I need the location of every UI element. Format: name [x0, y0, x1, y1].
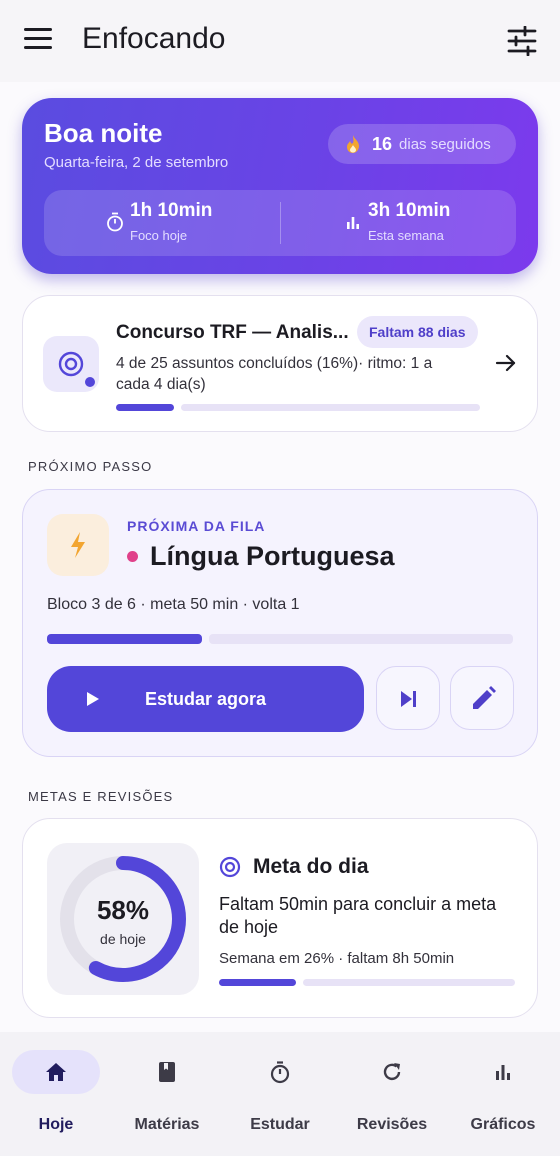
target-icon — [219, 856, 241, 878]
tune-icon[interactable] — [506, 26, 538, 56]
study-now-button[interactable]: Estudar agora — [47, 666, 364, 732]
bar-chart-icon — [347, 217, 359, 229]
nav-item-hoje[interactable]: Hoje — [12, 1050, 100, 1140]
home-icon — [46, 1063, 66, 1081]
nav-item-revisoes[interactable]: Revisões — [346, 1050, 438, 1140]
section-label-next-step: PRÓXIMO PASSO — [28, 459, 153, 474]
book-icon — [159, 1062, 175, 1082]
study-now-label: Estudar agora — [144, 688, 267, 709]
next-subject: Língua Portuguesa — [127, 541, 395, 572]
stat-value: 3h 10min — [368, 200, 451, 221]
subject-color-dot — [127, 551, 138, 562]
progress-fill — [116, 404, 174, 411]
daily-goal-card[interactable]: 58% de hoje Meta do dia Faltam 50min par… — [22, 818, 538, 1018]
timer-icon — [107, 212, 123, 232]
week-progress-text: Semana em 26% · faltam 8h 50min — [219, 950, 455, 967]
app-bar: Enfocando — [0, 0, 560, 82]
nav-label: Revisões — [356, 1116, 428, 1133]
skip-next-icon — [401, 691, 416, 707]
next-step-card: PRÓXIMA DA FILA Língua Portuguesa Bloco … — [22, 489, 538, 757]
daily-goal-description: Faltam 50min para concluir a meta de hoj… — [219, 894, 497, 937]
skip-next-button[interactable] — [376, 666, 440, 730]
progress-track — [181, 404, 480, 411]
exam-title: Concurso TRF — Analis... — [116, 322, 349, 343]
hero-card: Boa noite Quarta-feira, 2 de setembro 16… — [22, 98, 538, 274]
exam-goal-card[interactable]: Concurso TRF — Analis... Faltam 88 dias … — [22, 295, 538, 432]
daily-goal-title: Meta do dia — [219, 855, 369, 879]
stats-panel: 1h 10min Foco hoje 3h 10min Esta semana — [44, 190, 516, 256]
subject-name: Língua Portuguesa — [150, 541, 395, 571]
nav-item-graficos[interactable]: Gráficos — [460, 1050, 546, 1140]
next-kicker: PRÓXIMA DA FILA — [127, 518, 266, 534]
target-icon — [43, 336, 99, 392]
nav-label: Estudar — [250, 1116, 310, 1133]
stopwatch-icon — [270, 1061, 290, 1084]
nav-label: Hoje — [38, 1116, 74, 1133]
stat-label: Esta semana — [368, 228, 444, 243]
edit-button[interactable] — [450, 666, 514, 730]
exam-progress-bar — [116, 404, 480, 411]
progress-fill — [219, 979, 296, 986]
refresh-icon — [383, 1063, 401, 1081]
pencil-icon — [473, 686, 496, 709]
nav-label: Gráficos — [470, 1116, 536, 1133]
greeting: Boa noite — [44, 118, 163, 148]
block-meta: Bloco 3 de 6 · meta 50 min · volta 1 — [47, 596, 300, 613]
daily-goal-name: Meta do dia — [253, 855, 369, 878]
arrow-right-icon[interactable] — [495, 352, 517, 374]
stats-divider — [280, 202, 281, 244]
bar-chart-icon — [496, 1065, 510, 1080]
app-title: Enfocando — [82, 22, 226, 55]
streak-label: dias seguidos — [399, 135, 491, 153]
ring-caption: de hoje — [100, 931, 146, 947]
nav-item-estudar[interactable]: Estudar — [234, 1050, 326, 1140]
progress-track — [209, 634, 513, 644]
stat-label: Foco hoje — [130, 228, 188, 243]
bolt-icon — [47, 514, 109, 576]
section-label-goals: METAS E REVISÕES — [28, 789, 174, 804]
nav-item-materias[interactable]: Matérias — [122, 1050, 212, 1140]
nav-label: Matérias — [134, 1116, 200, 1133]
days-left-badge: Faltam 88 dias — [357, 316, 478, 348]
block-progress-bar — [47, 634, 513, 644]
current-date: Quarta-feira, 2 de setembro — [44, 154, 229, 171]
bottom-navigation: Hoje Matérias Estudar Revisões Gráficos — [0, 1032, 560, 1156]
play-icon — [87, 692, 99, 706]
week-progress-bar — [219, 979, 515, 986]
menu-icon[interactable] — [24, 28, 52, 52]
stat-value: 1h 10min — [130, 200, 213, 221]
exam-progress-text: 4 de 25 assuntos concluídos (16%)· ritmo… — [116, 355, 433, 393]
flame-icon — [347, 135, 359, 153]
daily-goal-ring: 58% de hoje — [47, 843, 199, 995]
progress-track — [303, 979, 515, 986]
progress-fill — [47, 634, 202, 644]
streak-badge: 16 dias seguidos — [328, 124, 516, 164]
streak-count: 16 — [372, 133, 393, 154]
ring-percent: 58% — [96, 895, 150, 925]
